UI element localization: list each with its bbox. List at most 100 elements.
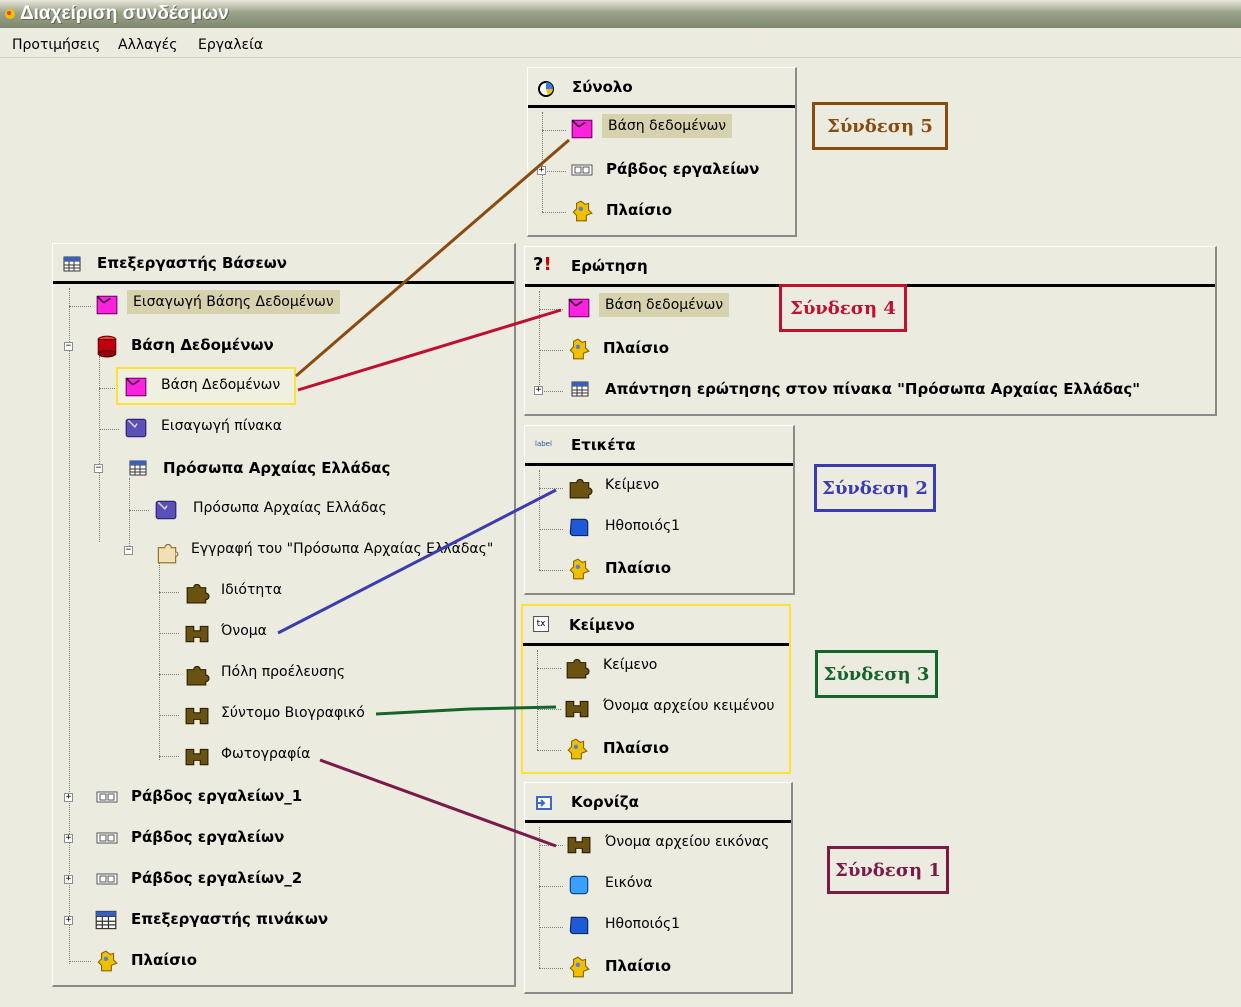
frame-icon (565, 737, 589, 761)
tree-item-field-name[interactable]: Όνομα (183, 618, 343, 648)
table-icon (63, 256, 81, 272)
expand-toggle[interactable]: + (64, 834, 73, 843)
text-box-icon: tx (533, 616, 549, 632)
tree-item-toolbar-1[interactable]: Ράβδος εργαλείων_1 (93, 782, 393, 812)
puzzle-icon (183, 580, 211, 604)
tree-item-database[interactable]: Βάση Δεδομένων (93, 331, 393, 361)
tree-item-database-link[interactable]: Βάση Δεδομένων (123, 372, 343, 402)
frame-icon (567, 337, 591, 361)
puzzle-icon (565, 832, 593, 856)
set-item-frame[interactable]: Πλαίσιο (568, 196, 788, 226)
tree-item-field-property[interactable]: Ιδιότητα (183, 577, 343, 607)
panel-header: Σύνολο (528, 68, 795, 108)
database-red-icon (95, 334, 119, 358)
toolbar-icon (95, 790, 119, 804)
record-icon (153, 539, 181, 565)
label-item-actor[interactable]: Ηθοποιός1 (565, 513, 785, 543)
panel-title: Κείμενο (569, 616, 635, 634)
tree-item-field-city[interactable]: Πόλη προέλευσης (183, 659, 383, 689)
tree-item-field-photo[interactable]: Φωτογραφία (183, 741, 383, 771)
callout-link-1: Σύνδεση 1 (827, 846, 949, 894)
puzzle-icon (565, 475, 595, 499)
callout-link-3: Σύνδεση 3 (815, 650, 938, 698)
tree-item-import-database[interactable]: Εισαγωγή Βάσης Δεδομένων (93, 290, 393, 320)
actor-icon (567, 516, 591, 540)
table-icon (129, 460, 147, 476)
callout-link-2: Σύνδεση 2 (814, 464, 936, 512)
menu-changes[interactable]: Αλλαγές (118, 37, 177, 53)
frame-item-image[interactable]: Εικόνα (565, 870, 785, 900)
frame-item-image-filename[interactable]: Όνομα αρχείου εικόνας (565, 829, 793, 859)
text-item-text[interactable]: Κείμενο (563, 652, 783, 682)
expand-toggle[interactable]: + (64, 875, 73, 884)
tree-item-field-bio[interactable]: Σύντομο Βιογραφικό (183, 700, 403, 730)
set-item-database[interactable]: Βάση δεδομένων (568, 114, 788, 144)
table-icon (571, 381, 589, 397)
picture-frame-panel: Κορνίζα Όνομα αρχείου εικόνας Εικόνα Ηθο… (524, 782, 793, 994)
puzzle-icon (563, 696, 591, 720)
text-item-frame[interactable]: Πλαίσιο (563, 734, 783, 764)
collapse-toggle[interactable]: − (94, 464, 103, 473)
frame-icon (567, 557, 591, 581)
tree-item-record[interactable]: Εγγραφή του "Πρόσωπα Αρχαίας Ελλάδας" (153, 536, 513, 566)
callout-link-5: Σύνδεση 5 (812, 102, 948, 150)
tree-item-table-source[interactable]: Πρόσωπα Αρχαίας Ελλάδας (153, 495, 433, 525)
puzzle-icon (563, 655, 591, 679)
database-pink-icon (123, 375, 149, 399)
database-pink-icon (570, 117, 594, 141)
query-item-database[interactable]: Βάση δεδομένων (565, 293, 785, 323)
expand-toggle[interactable]: + (534, 386, 543, 395)
tree-item-table[interactable]: Πρόσωπα Αρχαίας Ελλάδας (123, 454, 443, 484)
puzzle-icon (183, 744, 211, 768)
expand-toggle[interactable]: + (64, 916, 73, 925)
panel-header: tx Κείμενο (523, 606, 789, 646)
query-item-answer[interactable]: Απάντηση ερώτησης στον πίνακα "Πρόσωπα Α… (565, 375, 1205, 405)
panel-header: label Ετικέτα (525, 426, 793, 466)
picture-frame-icon (536, 796, 552, 810)
menu-tools[interactable]: Εργαλεία (198, 37, 263, 53)
tree-item-toolbar[interactable]: Ράβδος εργαλείων (93, 823, 393, 853)
panel-header: ?! Ερώτηση (525, 247, 1215, 287)
puzzle-icon (183, 662, 211, 686)
database-pink-icon (95, 293, 119, 317)
panel-title: Επεξεργαστής Βάσεων (97, 254, 288, 272)
puzzle-icon (183, 621, 211, 645)
tree-item-table-editor[interactable]: Επεξεργαστής πινάκων (93, 905, 393, 935)
expand-toggle[interactable]: + (537, 166, 546, 175)
database-purple-icon (123, 416, 149, 440)
label-item-text[interactable]: Κείμενο (565, 472, 785, 502)
puzzle-icon (183, 703, 211, 727)
set-panel: Σύνολο + Βάση δεδομένων Ράβδος εργαλείων… (527, 67, 797, 237)
tree-item-import-table[interactable]: Εισαγωγή πίνακα (123, 413, 343, 443)
panel-title: Ερώτηση (571, 257, 648, 275)
frame-icon (570, 199, 594, 223)
panel-title: Σύνολο (572, 78, 633, 96)
collapse-toggle[interactable]: − (124, 546, 133, 555)
query-icon: ?! (533, 254, 552, 275)
toolbar-icon (95, 872, 119, 886)
panel-header: Επεξεργαστής Βάσεων (53, 244, 514, 284)
database-editor-panel: Επεξεργαστής Βάσεων − − − + + + + Εισαγω… (52, 243, 516, 987)
label-panel: label Ετικέτα Κείμενο Ηθοποιός1 Πλαίσιο (524, 425, 795, 595)
text-item-filename[interactable]: Όνομα αρχείου κειμένου (563, 693, 793, 723)
toolbar-icon (570, 163, 594, 177)
label-icon: label (535, 440, 552, 448)
query-item-frame[interactable]: Πλαίσιο (565, 334, 785, 364)
frame-icon (95, 949, 119, 973)
set-item-toolbar[interactable]: Ράβδος εργαλείων (568, 155, 788, 185)
database-pink-icon (567, 296, 591, 320)
label-item-frame[interactable]: Πλαίσιο (565, 554, 785, 584)
frame-item-frame[interactable]: Πλαίσιο (565, 952, 785, 982)
window-title: Διαχείριση συνδέσμων (20, 3, 229, 24)
expand-toggle[interactable]: + (64, 793, 73, 802)
frame-item-actor[interactable]: Ηθοποιός1 (565, 911, 785, 941)
toolbar-icon (95, 831, 119, 845)
tree-item-frame[interactable]: Πλαίσιο (93, 946, 293, 976)
menu-preferences[interactable]: Προτιμήσεις (12, 37, 100, 53)
collapse-toggle[interactable]: − (64, 342, 73, 351)
table-icon (95, 910, 117, 930)
tree-item-toolbar-2[interactable]: Ράβδος εργαλείων_2 (93, 864, 393, 894)
panel-title: Ετικέτα (571, 436, 636, 454)
panel-title: Κορνίζα (571, 793, 639, 811)
title-bar: Διαχείριση συνδέσμων (0, 0, 1241, 28)
